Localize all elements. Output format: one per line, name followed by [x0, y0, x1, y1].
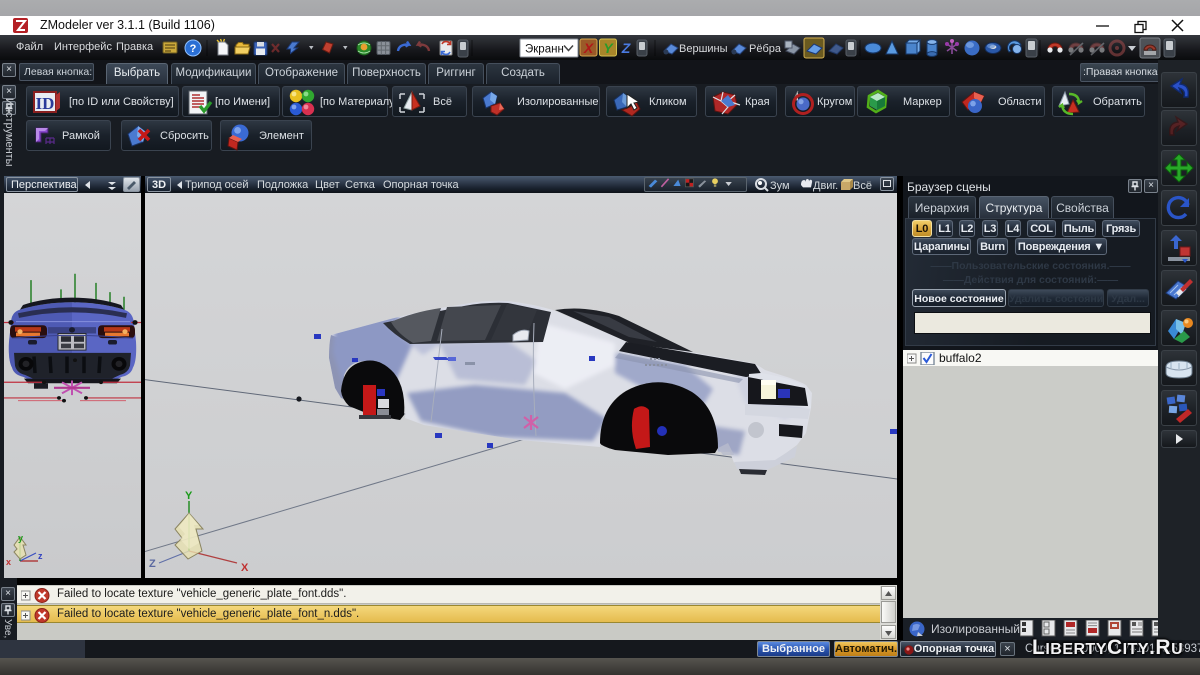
svg-text:Z: Z	[621, 40, 631, 56]
svg-text:x: x	[6, 557, 11, 567]
svg-text:y: y	[18, 533, 23, 543]
svg-text:X: X	[583, 40, 595, 56]
svg-text:Рёбра: Рёбра	[749, 43, 782, 55]
svg-text:?: ?	[190, 43, 197, 55]
svg-text:Всё: Всё	[853, 180, 872, 192]
svg-text:Вершины: Вершины	[679, 43, 728, 55]
svg-text:Экранн: Экранн	[525, 44, 564, 56]
svg-text:X: X	[241, 562, 249, 574]
svg-text:Двиг.: Двиг.	[813, 180, 838, 192]
svg-text:Z: Z	[149, 558, 156, 570]
svg-text:Зум: Зум	[770, 180, 790, 192]
svg-text:Y: Y	[185, 490, 193, 502]
svg-text:z: z	[38, 551, 43, 561]
svg-text:ID: ID	[36, 94, 55, 113]
